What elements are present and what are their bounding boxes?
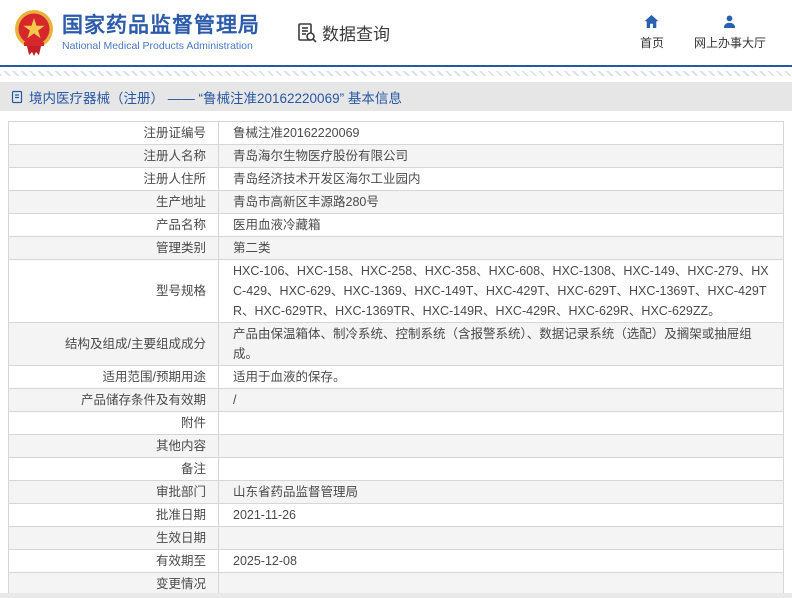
table-row: 管理类别 第二类 <box>8 236 784 260</box>
row-label: 注册证编号 <box>143 126 206 140</box>
nav-service-hall-label: 网上办事大厅 <box>693 36 766 50</box>
table-row: 注册人名称 青岛海尔生物医疗股份有限公司 <box>8 144 784 168</box>
row-label: 附件 <box>180 416 206 430</box>
row-value: HXC-106、HXC-158、HXC-258、HXC-358、HXC-608、… <box>233 264 769 318</box>
document-icon <box>11 90 23 103</box>
data-query-label: 数据查询 <box>322 25 390 44</box>
registration-info-table: 注册证编号 鲁械注准20162220069 注册人名称 青岛海尔生物医疗股份有限… <box>8 121 784 598</box>
nav-home-label: 首页 <box>639 36 664 50</box>
table-row: 有效期至 2025-12-08 <box>8 549 784 573</box>
row-value: 2021-11-26 <box>233 508 297 522</box>
home-icon <box>644 15 659 28</box>
row-label: 适用范围/预期用途 <box>102 370 206 384</box>
table-row: 生效日期 <box>8 526 784 550</box>
table-row: 其他内容 <box>8 434 784 458</box>
row-label: 变更情况 <box>155 577 206 591</box>
row-label: 其他内容 <box>155 439 206 453</box>
row-value: 青岛海尔生物医疗股份有限公司 <box>233 149 409 163</box>
table-row: 附件 <box>8 411 784 435</box>
table-row: 注册证编号 鲁械注准20162220069 <box>8 121 784 145</box>
footer-strip <box>0 593 792 598</box>
row-label: 注册人名称 <box>143 149 206 163</box>
row-label: 结构及组成/主要组成成分 <box>65 337 206 351</box>
site-brand: 国家药品监督管理局 National Medical Products Admi… <box>62 14 260 52</box>
nav-service-hall[interactable]: 网上办事大厅 <box>694 14 766 51</box>
row-label: 生效日期 <box>155 531 206 545</box>
table-row: 批准日期 2021-11-26 <box>8 503 784 527</box>
row-value: 鲁械注准20162220069 <box>233 126 360 140</box>
table-row: 适用范围/预期用途 适用于血液的保存。 <box>8 365 784 389</box>
breadcrumb-text: 境内医疗器械（注册） —— “鲁械注准20162220069” 基本信息 <box>29 90 402 106</box>
site-header: 国家药品监督管理局 National Medical Products Admi… <box>0 0 792 67</box>
table-row: 生产地址 青岛市高新区丰源路280号 <box>8 190 784 214</box>
site-title: 国家药品监督管理局 <box>62 13 260 37</box>
data-query-section[interactable]: 数据查询 <box>296 20 390 45</box>
hatched-divider <box>0 71 792 76</box>
row-value: 青岛市高新区丰源路280号 <box>233 195 379 209</box>
row-label: 生产地址 <box>155 195 206 209</box>
nav-home[interactable]: 首页 <box>640 14 664 51</box>
row-value: 青岛经济技术开发区海尔工业园内 <box>233 172 421 186</box>
row-value: 2025-12-08 <box>233 554 297 568</box>
row-label: 产品名称 <box>155 218 206 232</box>
row-label: 型号规格 <box>155 284 206 298</box>
row-value: 第二类 <box>233 241 271 255</box>
row-value: 医用血液冷藏箱 <box>233 218 321 232</box>
table-row: 备注 <box>8 457 784 481</box>
table-row: 审批部门 山东省药品监督管理局 <box>8 480 784 504</box>
row-value: 产品由保温箱体、制冷系统、控制系统（含报警系统）、数据记录系统（选配）及搁架或抽… <box>233 327 752 361</box>
row-label: 注册人住所 <box>143 172 206 186</box>
row-label: 产品储存条件及有效期 <box>80 393 206 407</box>
top-nav: 首页 网上办事大厅 <box>640 14 766 51</box>
table-row: 型号规格 HXC-106、HXC-158、HXC-258、HXC-358、HXC… <box>8 259 784 323</box>
row-value: / <box>233 393 237 407</box>
person-icon <box>724 15 736 28</box>
info-table-body: 注册证编号 鲁械注准20162220069 注册人名称 青岛海尔生物医疗股份有限… <box>8 121 784 598</box>
row-label: 审批部门 <box>155 485 206 499</box>
table-row: 产品名称 医用血液冷藏箱 <box>8 213 784 237</box>
national-emblem-icon <box>15 9 53 56</box>
row-value: 山东省药品监督管理局 <box>233 485 359 499</box>
row-label: 备注 <box>180 462 206 476</box>
table-row: 产品储存条件及有效期 / <box>8 388 784 412</box>
row-value: 适用于血液的保存。 <box>233 370 346 384</box>
breadcrumb: 境内医疗器械（注册） —— “鲁械注准20162220069” 基本信息 <box>0 82 792 111</box>
row-label: 有效期至 <box>155 554 206 568</box>
row-label: 批准日期 <box>155 508 206 522</box>
row-label: 管理类别 <box>155 241 206 255</box>
doc-search-icon <box>298 22 317 43</box>
table-row: 注册人住所 青岛经济技术开发区海尔工业园内 <box>8 167 784 191</box>
table-row: 结构及组成/主要组成成分 产品由保温箱体、制冷系统、控制系统（含报警系统）、数据… <box>8 322 784 366</box>
site-title-en: National Medical Products Administration <box>62 39 253 52</box>
